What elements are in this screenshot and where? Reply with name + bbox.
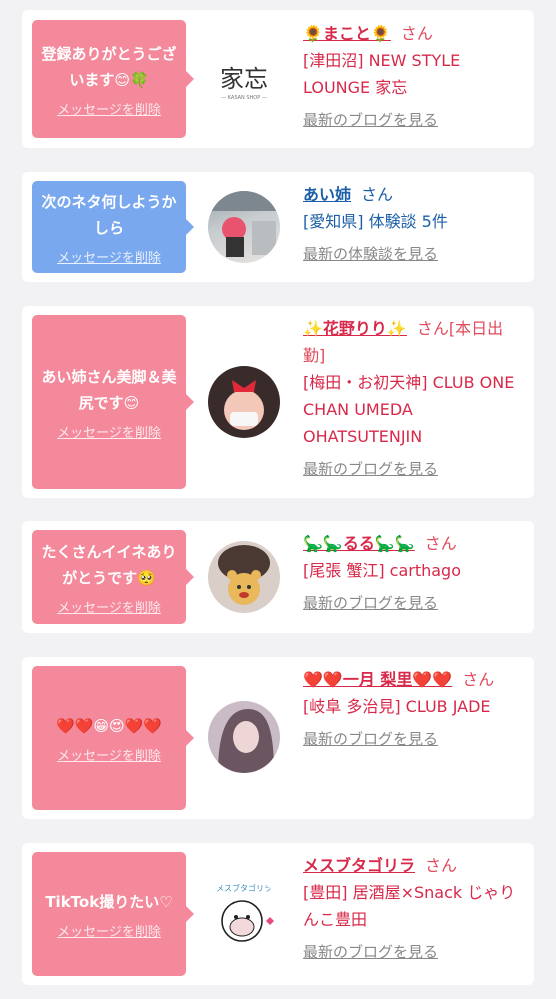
user-info: あい姉 さん [愛知県] 体験談 5件 最新の体験談を見る — [303, 181, 525, 268]
svg-text:— KASAN SHOP —: — KASAN SHOP — — [221, 95, 267, 101]
honorific: さん — [425, 856, 458, 875]
delete-message-link[interactable]: メッセージを削除 — [57, 422, 161, 441]
message-card: 次のネタ何しようかしら メッセージを削除 あい姉 さん [愛知県] 体験談 5件 … — [22, 172, 534, 282]
message-text: あい姉さん美脚＆美尻です😊 — [41, 367, 177, 412]
delete-message-link[interactable]: メッセージを削除 — [57, 745, 161, 764]
shop-info: [愛知県] 体験談 5件 — [303, 212, 448, 231]
avatar[interactable] — [208, 541, 280, 613]
message-card: あい姉さん美脚＆美尻です😊 メッセージを削除 ✨花野りり✨ さん[本日出勤] [梅… — [22, 306, 534, 498]
latest-blog-link[interactable]: 最新のブログを見る — [303, 456, 525, 483]
user-info: 🦕🦕るる🦕🦕 さん [尾張 蟹江] carthago 最新のブログを見る — [303, 530, 525, 617]
delete-message-link[interactable]: メッセージを削除 — [57, 99, 161, 118]
latest-review-link[interactable]: 最新の体験談を見る — [303, 241, 525, 268]
message-bubble: 登録ありがとうございます😊🍀 メッセージを削除 — [32, 20, 194, 138]
message-bubble: ❤️❤️😁😍❤️❤️ メッセージを削除 — [32, 666, 194, 810]
message-card: たくさんイイネありがとうです🥺 メッセージを削除 🦕🦕るる🦕🦕 さん [尾張 蟹江… — [22, 521, 534, 633]
honorific: さん — [424, 534, 457, 553]
avatar[interactable] — [208, 366, 280, 438]
user-name[interactable]: 🦕🦕るる🦕🦕 — [303, 534, 415, 553]
user-name[interactable]: メスブタゴリラ — [303, 856, 415, 875]
avatar[interactable]: メスブタゴリラ — [208, 877, 280, 949]
user-info: ✨花野りり✨ さん[本日出勤] [梅田・お初天神] CLUB ONE CHAN U… — [303, 315, 525, 483]
gorilla-logo-icon: メスブタゴリラ — [216, 883, 274, 942]
svg-text:家忘: 家忘 — [220, 65, 268, 93]
message-text: TikTok撮りたい♡ — [45, 892, 173, 911]
message-bubble: TikTok撮りたい♡ メッセージを削除 — [32, 852, 194, 976]
shop-logo-icon: 家忘 — KASAN SHOP — — [220, 65, 268, 101]
user-info: ❤️❤️一月 梨里❤️❤️ さん [岐阜 多治見] CLUB JADE 最新のブロ… — [303, 666, 525, 753]
latest-blog-link[interactable]: 最新のブログを見る — [303, 726, 525, 753]
user-name[interactable]: あい姉 — [303, 185, 351, 204]
delete-message-link[interactable]: メッセージを削除 — [57, 597, 161, 616]
message-bubble: あい姉さん美脚＆美尻です😊 メッセージを削除 — [32, 315, 194, 489]
avatar[interactable] — [208, 701, 280, 773]
message-text: 次のネタ何しようかしら — [41, 192, 177, 237]
user-info: 🌻まこと🌻 さん [津田沼] NEW STYLE LOUNGE 家忘 最新のブログ… — [303, 20, 525, 134]
latest-blog-link[interactable]: 最新のブログを見る — [303, 590, 525, 617]
avatar[interactable] — [208, 191, 280, 263]
message-bubble: たくさんイイネありがとうです🥺 メッセージを削除 — [32, 530, 194, 624]
latest-blog-link[interactable]: 最新のブログを見る — [303, 107, 525, 134]
person-with-bear-icon — [218, 545, 270, 605]
delete-message-link[interactable]: メッセージを削除 — [57, 921, 161, 940]
message-text: 登録ありがとうございます😊🍀 — [41, 44, 177, 89]
person-photo-icon — [224, 380, 264, 430]
avatar[interactable]: 家忘 — KASAN SHOP — — [208, 43, 280, 115]
shop-info: [豊田] 居酒屋×Snack じゃりんこ豊田 — [303, 883, 516, 929]
message-card: 登録ありがとうございます😊🍀 メッセージを削除 家忘 — KASAN SHOP … — [22, 10, 534, 148]
shop-info: [津田沼] NEW STYLE LOUNGE 家忘 — [303, 51, 461, 97]
person-photo-icon — [208, 191, 280, 257]
message-card: ❤️❤️😁😍❤️❤️ メッセージを削除 ❤️❤️一月 梨里❤️❤️ さん [岐阜 … — [22, 657, 534, 819]
user-name[interactable]: ❤️❤️一月 梨里❤️❤️ — [303, 670, 452, 689]
message-text: ❤️❤️😁😍❤️❤️ — [56, 716, 162, 735]
shop-info: [尾張 蟹江] carthago — [303, 561, 462, 580]
user-name[interactable]: ✨花野りり✨ — [303, 319, 407, 338]
person-photo-icon — [218, 709, 274, 773]
svg-text:メスブタゴリラ: メスブタゴリラ — [216, 883, 272, 893]
delete-message-link[interactable]: メッセージを削除 — [57, 247, 161, 266]
shop-info: [岐阜 多治見] CLUB JADE — [303, 697, 491, 716]
shop-info: [梅田・お初天神] CLUB ONE CHAN UMEDA OHATSUTENJ… — [303, 373, 515, 446]
honorific: さん — [462, 670, 495, 689]
message-card: TikTok撮りたい♡ メッセージを削除 メスブタゴリラ メスブタゴリラ さん [… — [22, 843, 534, 985]
message-bubble: 次のネタ何しようかしら メッセージを削除 — [32, 181, 194, 273]
user-info: メスブタゴリラ さん [豊田] 居酒屋×Snack じゃりんこ豊田 最新のブログを… — [303, 852, 525, 966]
latest-blog-link[interactable]: 最新のブログを見る — [303, 939, 525, 966]
honorific: さん — [400, 24, 433, 43]
user-name[interactable]: 🌻まこと🌻 — [303, 24, 391, 43]
honorific: さん — [361, 185, 394, 204]
message-text: たくさんイイネありがとうです🥺 — [41, 542, 177, 587]
